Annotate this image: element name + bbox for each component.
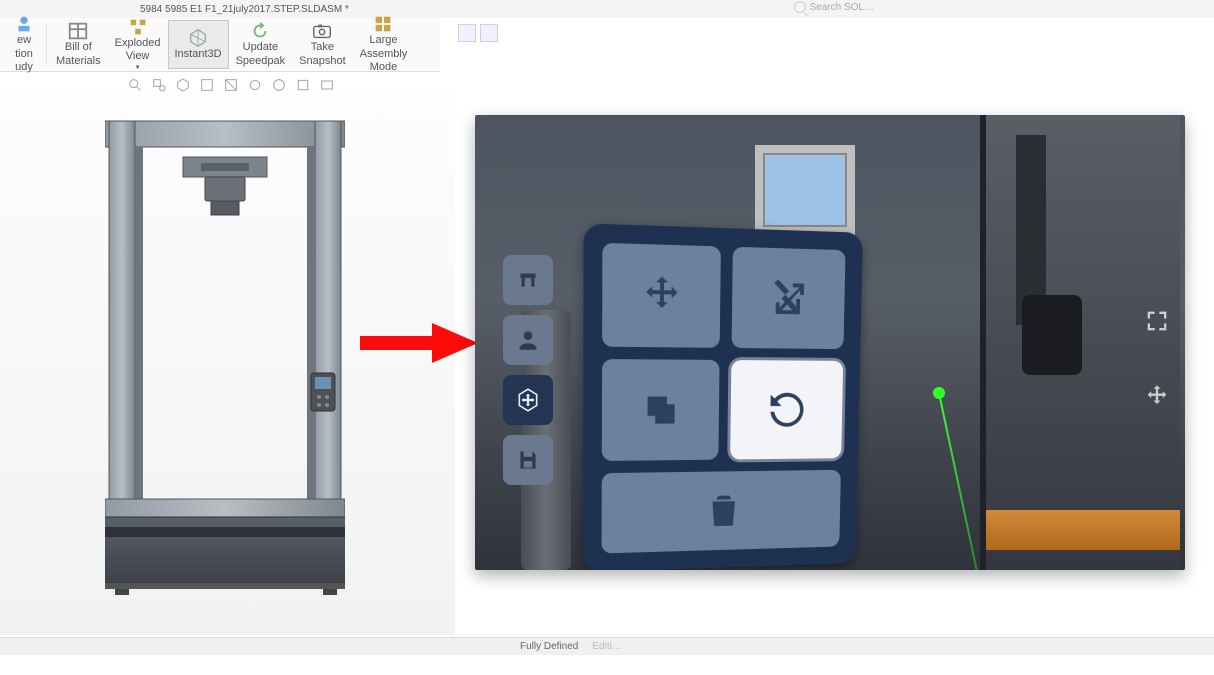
instant3d-icon <box>187 29 209 47</box>
extra-icon-1[interactable] <box>458 24 476 42</box>
zoom-area-icon[interactable] <box>150 76 168 94</box>
cad-model[interactable] <box>105 117 345 597</box>
document-title: 5984 5985 E1 F1_21july2017.STEP.SLDASM * <box>140 4 349 15</box>
title-bar: 5984 5985 E1 F1_21july2017.STEP.SLDASM *… <box>0 0 1214 18</box>
vr-tool-rotate[interactable] <box>730 360 843 459</box>
expand-icon <box>1143 307 1171 335</box>
vr-viewport[interactable] <box>475 115 1185 570</box>
update-icon <box>249 22 271 40</box>
motion-icon <box>13 15 35 33</box>
scene-icon[interactable] <box>246 76 264 94</box>
vr-tool-panel <box>583 223 863 570</box>
table-icon <box>67 22 89 40</box>
camera-icon <box>311 22 333 40</box>
update-speedpak-button[interactable]: Update Speedpak <box>229 20 293 69</box>
large-assembly-mode-button[interactable]: Large Assembly Mode <box>353 20 415 69</box>
vr-tab-furniture[interactable] <box>503 255 553 305</box>
vr-tab-user[interactable] <box>503 315 553 365</box>
vr-tool-scale[interactable] <box>732 247 846 349</box>
ribbon-toolbar: ew tion udy Bill of Materials Exploded V… <box>0 18 440 72</box>
status-text: Fully Defined <box>520 641 578 652</box>
bom-button[interactable]: Bill of Materials <box>49 20 108 69</box>
vr-tool-move[interactable] <box>602 243 721 348</box>
take-snapshot-button[interactable]: Take Snapshot <box>292 20 352 69</box>
large-assembly-icon <box>372 15 394 33</box>
move-arrows-icon <box>1143 383 1171 411</box>
exploded-icon <box>127 18 149 36</box>
view-toolbar <box>126 76 336 94</box>
vr-tab-save[interactable] <box>503 435 553 485</box>
status-extra: Editi… <box>592 641 621 652</box>
search-placeholder: Search SOL… <box>810 2 874 13</box>
vr-tab-move-object[interactable] <box>503 375 553 425</box>
exploded-view-button[interactable]: Exploded View ▼ <box>108 20 168 69</box>
transition-arrow <box>360 318 480 368</box>
edit-appearance-icon[interactable] <box>294 76 312 94</box>
vr-laser-dot <box>933 387 945 399</box>
vr-tool-copy[interactable] <box>602 359 720 461</box>
search-icon <box>794 1 806 13</box>
instant3d-button[interactable]: Instant3D <box>168 20 229 69</box>
zoom-fit-icon[interactable] <box>126 76 144 94</box>
vr-tool-delete[interactable] <box>602 470 841 554</box>
view-orientation-icon[interactable] <box>174 76 192 94</box>
search-box[interactable]: Search SOL… <box>794 1 874 13</box>
vr-hud-arrows <box>1143 307 1171 411</box>
render-icon[interactable] <box>318 76 336 94</box>
new-motion-study-button[interactable]: ew tion udy <box>4 20 44 69</box>
ribbon-extra-icons <box>458 24 498 42</box>
section-view-icon[interactable] <box>222 76 240 94</box>
vr-window <box>755 145 855 235</box>
status-bar: Fully Defined Editi… <box>0 637 1214 655</box>
vr-sidebar <box>503 255 559 485</box>
appearance-icon[interactable] <box>270 76 288 94</box>
display-style-icon[interactable] <box>198 76 216 94</box>
extra-icon-2[interactable] <box>480 24 498 42</box>
